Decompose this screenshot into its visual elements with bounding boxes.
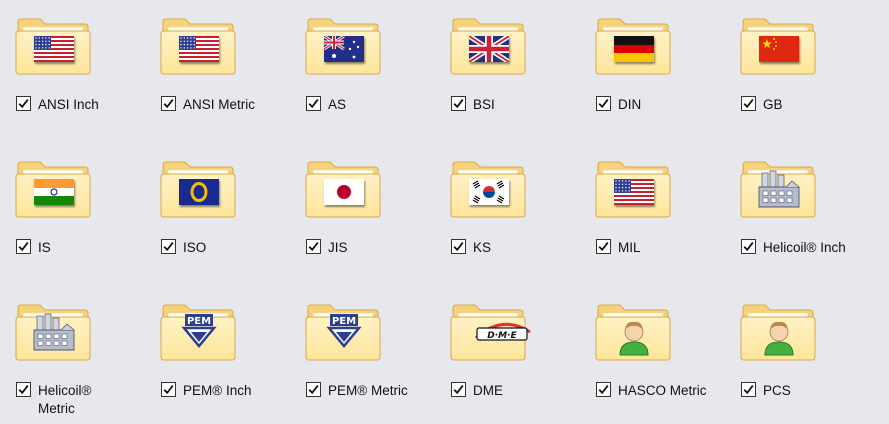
checkbox[interactable]	[306, 239, 321, 254]
checkbox[interactable]	[16, 96, 31, 111]
folder-item-jis[interactable]: JIS	[290, 143, 435, 273]
checkbox[interactable]	[161, 239, 176, 254]
svg-text:PEM: PEM	[332, 316, 356, 327]
checkbox[interactable]	[161, 96, 176, 111]
checkbox[interactable]	[741, 382, 756, 397]
checkbox[interactable]	[451, 96, 466, 111]
germany-flag-icon	[614, 36, 654, 62]
folder-item-ansi-metric[interactable]: ANSI Metric	[145, 0, 290, 130]
folder-item-bsi[interactable]: BSI	[435, 0, 580, 130]
folder-label: PEM® Metric	[328, 383, 408, 398]
folder-label: DIN	[618, 97, 642, 112]
svg-text:PEM: PEM	[187, 316, 211, 327]
folder-label: ISO	[183, 240, 207, 255]
uk-flag-icon	[467, 33, 511, 65]
folder-label: BSI	[473, 97, 495, 112]
folder-item-hasco-metric[interactable]: HASCO Metric	[580, 286, 725, 416]
india-flag-icon	[34, 179, 74, 205]
folder-item-dme[interactable]: D·M·E DME	[435, 286, 580, 416]
folder-item-ks[interactable]: KS	[435, 143, 580, 273]
japan-flag-icon	[324, 179, 364, 205]
folder-label: PEM® Inch	[183, 383, 252, 398]
us-flag-icon	[34, 36, 74, 62]
checkbox[interactable]	[596, 96, 611, 111]
folder-label: PCS	[763, 383, 791, 398]
folder-label: Helicoil® Metric	[38, 383, 92, 416]
user-icon	[759, 318, 799, 359]
folder-item-gb[interactable]: GB	[725, 0, 870, 130]
folder-label: ANSI Inch	[38, 97, 99, 112]
checkbox[interactable]	[451, 239, 466, 254]
checkbox[interactable]	[451, 382, 466, 397]
factory-icon	[31, 312, 77, 355]
folder-item-iso[interactable]: ISO	[145, 143, 290, 273]
us-flag-icon	[614, 179, 654, 205]
folder-item-pem-metric[interactable]: PEM PEM® Metric	[290, 286, 435, 416]
checkbox[interactable]	[306, 382, 321, 397]
folder-item-helicoil-metric[interactable]: Helicoil® Metric	[0, 286, 145, 416]
china-flag-icon	[759, 36, 799, 62]
folder-item-helicoil-inch[interactable]: Helicoil® Inch	[725, 143, 870, 273]
iso-logo-icon	[179, 179, 219, 205]
folder-item-as[interactable]: AS	[290, 0, 435, 130]
folder-label: HASCO Metric	[618, 383, 707, 398]
folder-label: Helicoil® Inch	[763, 240, 846, 255]
folder-item-mil[interactable]: MIL	[580, 143, 725, 273]
folder-item-din[interactable]: DIN	[580, 0, 725, 130]
folder-label: ANSI Metric	[183, 97, 256, 112]
folder-label: AS	[328, 97, 347, 112]
svg-text:D·M·E: D·M·E	[487, 331, 517, 341]
folder-label: MIL	[618, 240, 641, 255]
folder-item-is[interactable]: IS	[0, 143, 145, 273]
folder-label: IS	[38, 240, 51, 255]
folder-label: DME	[473, 383, 503, 398]
factory-icon	[756, 169, 802, 212]
us-flag-icon	[179, 36, 219, 62]
korea-flag-icon	[469, 179, 509, 205]
pem-logo-icon: PEM	[176, 312, 222, 357]
folder-item-pcs[interactable]: PCS	[725, 286, 870, 416]
checkbox[interactable]	[16, 239, 31, 254]
australia-flag-icon	[323, 34, 364, 62]
checkbox[interactable]	[16, 382, 31, 397]
folder-label: GB	[763, 97, 783, 112]
folder-label: JIS	[328, 240, 348, 255]
checkbox[interactable]	[306, 96, 321, 111]
checkbox[interactable]	[596, 239, 611, 254]
user-icon	[614, 318, 654, 359]
checkbox[interactable]	[596, 382, 611, 397]
checkbox[interactable]	[741, 96, 756, 111]
checkbox[interactable]	[741, 239, 756, 254]
folder-label: KS	[473, 240, 492, 255]
folder-item-ansi-inch[interactable]: ANSI Inch	[0, 0, 145, 130]
library-folder-grid: ANSI Inch ANSI Metric AS BSI DIN GB IS I…	[0, 0, 889, 424]
checkbox[interactable]	[161, 382, 176, 397]
folder-item-pem-inch[interactable]: PEM PEM® Inch	[145, 286, 290, 416]
pem-logo-icon: PEM	[321, 312, 367, 357]
dme-logo-icon: D·M·E	[472, 318, 532, 351]
